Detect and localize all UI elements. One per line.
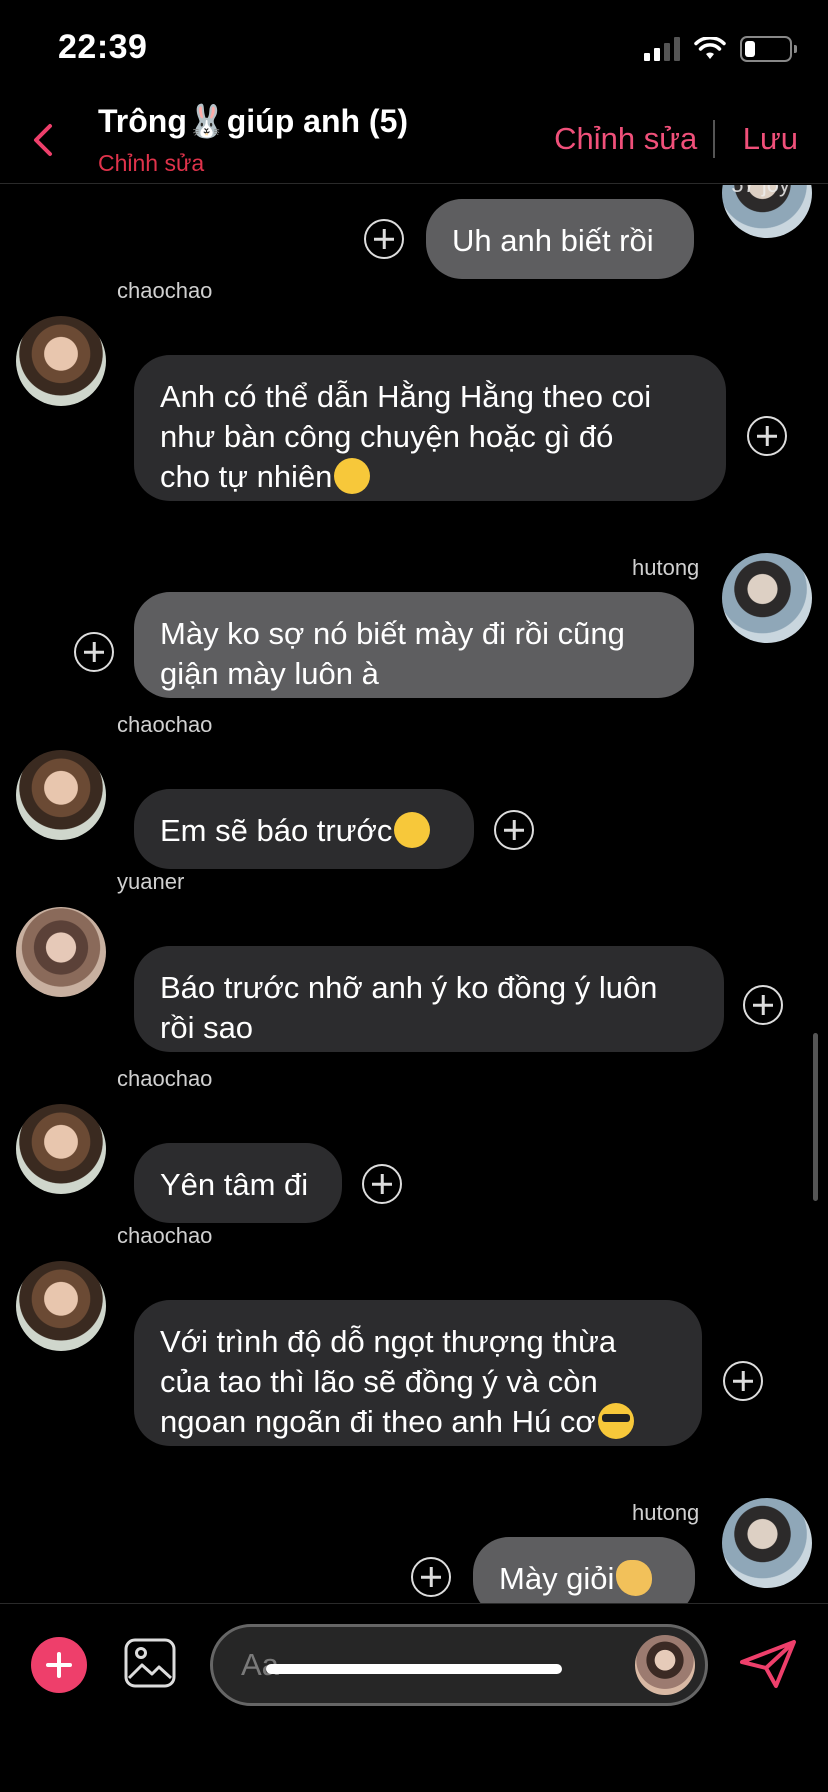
message-text-line: Báo trước nhỡ anh ý ko đồng ý luôn: [160, 970, 658, 1005]
sender-name: hutong: [632, 1500, 700, 1525]
scrollbar[interactable]: [813, 1033, 818, 1201]
message-text: Yên tâm đi: [160, 1167, 309, 1202]
avatar[interactable]: [16, 750, 106, 840]
image-gallery-icon[interactable]: [124, 1638, 176, 1688]
avatar[interactable]: [722, 1498, 812, 1588]
sticker-avatar-button[interactable]: [635, 1635, 695, 1695]
header-divider: [713, 120, 715, 158]
edit-button[interactable]: Chỉnh sửa: [554, 121, 697, 157]
message-text-line: ngoan ngoãn đi theo anh Hú cơ: [160, 1402, 676, 1442]
sender-name: chaochao: [117, 712, 213, 737]
status-icons: [644, 36, 797, 62]
smirking-face-icon: [394, 811, 431, 848]
back-chevron-icon[interactable]: [24, 116, 64, 164]
status-time: 22:39: [58, 28, 148, 66]
home-indicator[interactable]: [266, 1664, 562, 1674]
sender-name: chaochao: [117, 1223, 213, 1248]
avatar[interactable]: 57 joy: [722, 185, 812, 238]
message-text-line: giận mày luôn à: [160, 656, 379, 691]
react-add-button[interactable]: [364, 219, 404, 259]
react-add-button[interactable]: [723, 1361, 763, 1401]
conversation-title: Trông🐰giúp anh (5): [98, 103, 409, 139]
chat-header: Trông🐰giúp anh (5) Chỉnh sửa Chỉnh sửa L…: [0, 100, 828, 184]
sender-name: yuaner: [117, 869, 185, 894]
message-text-line: cho tự nhiên: [160, 457, 700, 497]
message-text: Em sẽ báo trước: [160, 811, 448, 851]
message-bubble[interactable]: Với trình độ dỗ ngọt thượng thừa của tao…: [134, 1300, 702, 1446]
react-add-button[interactable]: [747, 416, 787, 456]
message-bubble[interactable]: Em sẽ báo trước: [134, 789, 474, 869]
avatar[interactable]: [16, 907, 106, 997]
avatar-tag: 57 joy: [731, 185, 790, 198]
avatar[interactable]: [16, 316, 106, 406]
avatar[interactable]: [722, 553, 812, 643]
react-add-button[interactable]: [74, 632, 114, 672]
wifi-icon: [694, 37, 726, 59]
react-add-button[interactable]: [494, 810, 534, 850]
message-text-line: Với trình độ dỗ ngọt thượng thừa: [160, 1324, 617, 1359]
message-text-line: Mày ko sợ nó biết mày đi rồi cũng: [160, 616, 625, 651]
sender-name: chaochao: [117, 278, 213, 303]
message-bubble[interactable]: Mày giỏi: [473, 1537, 695, 1603]
message-bubble[interactable]: Anh có thể dẫn Hằng Hằng theo coi như bà…: [134, 355, 726, 501]
edit-subtitle-link[interactable]: Chỉnh sửa: [98, 150, 204, 177]
message-text: Uh anh biết rồi: [452, 223, 654, 258]
message-composer: [0, 1603, 828, 1792]
winking-face-icon: [334, 457, 371, 494]
message-text-line: như bàn công chuyện hoặc gì đó: [160, 419, 614, 454]
sender-name: hutong: [632, 555, 700, 580]
clapping-hands-icon: [616, 1559, 653, 1596]
react-add-button[interactable]: [362, 1164, 402, 1204]
avatar[interactable]: [16, 1104, 106, 1194]
add-attachment-button[interactable]: [31, 1637, 87, 1693]
message-list[interactable]: 57 joy Uh anh biết rồi chaochao Anh có t…: [0, 185, 828, 1603]
message-text-line: của tao thì lão sẽ đồng ý và còn: [160, 1364, 598, 1399]
avatar[interactable]: [16, 1261, 106, 1351]
battery-icon: [740, 36, 797, 62]
message-bubble[interactable]: Yên tâm đi: [134, 1143, 342, 1223]
header-actions: Chỉnh sửa Lưu: [554, 120, 798, 158]
message-text: Mày giỏi: [499, 1559, 669, 1599]
message-bubble[interactable]: Uh anh biết rồi: [426, 199, 694, 279]
message-bubble[interactable]: Mày ko sợ nó biết mày đi rồi cũng giận m…: [134, 592, 694, 698]
send-icon[interactable]: [738, 1638, 798, 1690]
save-button[interactable]: Lưu: [743, 121, 798, 157]
message-bubble[interactable]: Báo trước nhỡ anh ý ko đồng ý luôn rồi s…: [134, 946, 724, 1052]
status-bar: 22:39: [0, 0, 828, 100]
cellular-signal-icon: [644, 37, 680, 61]
react-add-button[interactable]: [743, 985, 783, 1025]
sunglasses-face-icon: [597, 1402, 634, 1439]
sender-name: chaochao: [117, 1066, 213, 1091]
message-text-line: Anh có thể dẫn Hằng Hằng theo coi: [160, 379, 652, 414]
message-text-line: rồi sao: [160, 1010, 254, 1045]
react-add-button[interactable]: [411, 1557, 451, 1597]
